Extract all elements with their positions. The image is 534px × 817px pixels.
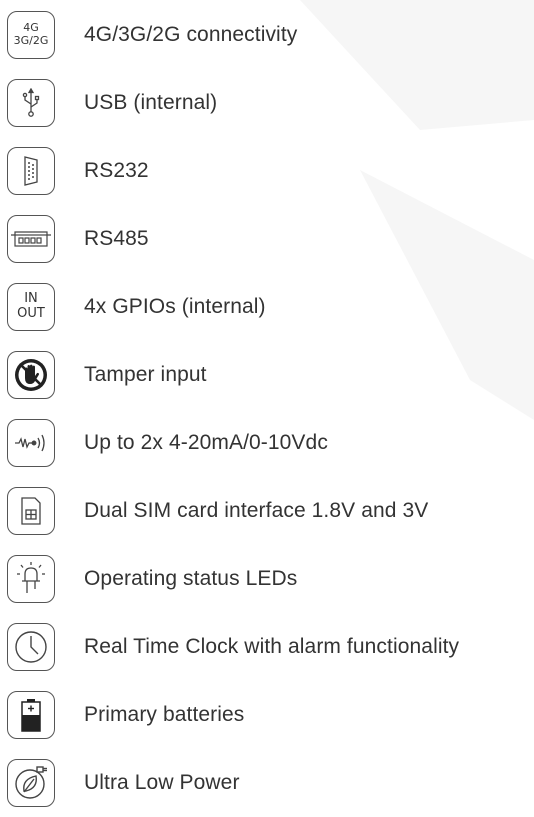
- feature-item: RS232: [0, 146, 534, 196]
- analog-signal-icon: [7, 419, 55, 467]
- feature-label: 4G/3G/2G connectivity: [84, 23, 298, 46]
- sim-card-icon: [7, 487, 55, 535]
- feature-label: Tamper input: [84, 363, 207, 386]
- feature-item: Operating status LEDs: [0, 554, 534, 604]
- feature-label: Primary batteries: [84, 703, 245, 726]
- feature-item: Primary batteries: [0, 690, 534, 740]
- feature-label: Ultra Low Power: [84, 771, 240, 794]
- in-out-icon: IN OUT: [7, 283, 55, 331]
- icon-text-top: IN: [24, 291, 38, 307]
- feature-label: 4x GPIOs (internal): [84, 295, 266, 318]
- feature-label: Real Time Clock with alarm functionality: [84, 635, 460, 658]
- feature-item: Real Time Clock with alarm functionality: [0, 622, 534, 672]
- feature-item: RS485: [0, 214, 534, 264]
- feature-item: USB (internal): [0, 78, 534, 128]
- icon-text-bottom: 3G/2G: [13, 34, 49, 47]
- rs485-port-icon: [7, 215, 55, 263]
- feature-item: Tamper input: [0, 350, 534, 400]
- feature-item: 4G 3G/2G 4G/3G/2G connectivity: [0, 10, 534, 60]
- feature-item: Up to 2x 4-20mA/0-10Vdc: [0, 418, 534, 468]
- feature-label: Operating status LEDs: [84, 567, 298, 590]
- rs232-port-icon: [7, 147, 55, 195]
- battery-icon: [7, 691, 55, 739]
- feature-label: RS232: [84, 159, 149, 182]
- clock-icon: [7, 623, 55, 671]
- icon-text-bottom: OUT: [17, 306, 45, 321]
- feature-list: 4G 3G/2G 4G/3G/2G connectivity USB (inte…: [0, 0, 534, 817]
- low-power-leaf-icon: [7, 759, 55, 807]
- feature-item: Dual SIM card interface 1.8V and 3V: [0, 486, 534, 536]
- feature-item: IN OUT 4x GPIOs (internal): [0, 282, 534, 332]
- feature-item: Ultra Low Power: [0, 758, 534, 808]
- feature-label: Dual SIM card interface 1.8V and 3V: [84, 499, 429, 522]
- usb-icon: [7, 79, 55, 127]
- network-4g-3g-2g-icon: 4G 3G/2G: [7, 11, 55, 59]
- feature-label: USB (internal): [84, 91, 218, 114]
- feature-label: RS485: [84, 227, 149, 250]
- feature-label: Up to 2x 4-20mA/0-10Vdc: [84, 431, 328, 454]
- led-icon: [7, 555, 55, 603]
- tamper-hand-icon: [7, 351, 55, 399]
